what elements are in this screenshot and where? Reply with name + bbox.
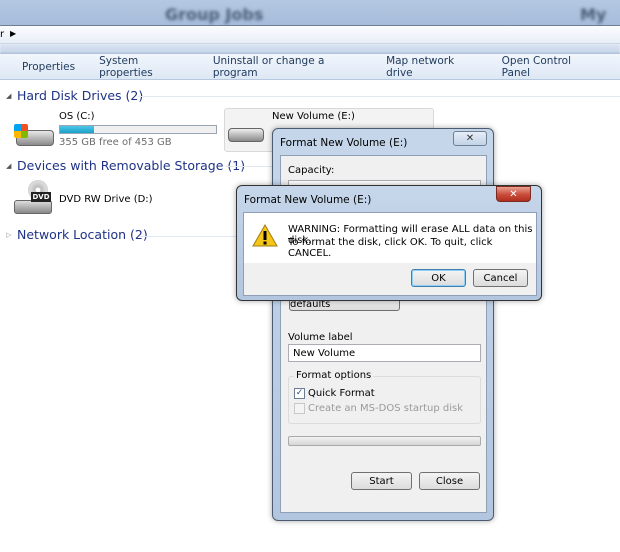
properties-button[interactable]: Properties	[22, 61, 75, 73]
divider	[225, 166, 275, 167]
dvd-badge: DVD	[31, 192, 51, 202]
window-titlebar: Group Jobs My C	[0, 0, 620, 43]
drive-c-name[interactable]: OS (C:)	[59, 111, 95, 122]
dvd-drive-icon: DVD	[14, 180, 54, 218]
hard-drive-os-icon	[14, 120, 56, 150]
warning-dialog-title: Format New Volume (E:)	[244, 194, 372, 206]
warning-icon	[252, 224, 278, 247]
cancel-button[interactable]: Cancel	[473, 269, 528, 287]
drive-c-usage-bar	[59, 125, 217, 134]
command-bar: Properties System properties Uninstall o…	[0, 54, 620, 80]
close-button[interactable]: Close	[419, 472, 480, 490]
uninstall-program-button[interactable]: Uninstall or change a program	[213, 55, 362, 79]
format-options-label: Format options	[294, 370, 374, 381]
cancel-label: Cancel	[483, 272, 518, 284]
breadcrumb-arrow-icon[interactable]: ▶	[10, 29, 16, 38]
close-icon[interactable]: ✕	[453, 131, 487, 146]
open-control-panel-button[interactable]: Open Control Panel	[502, 55, 596, 79]
start-button[interactable]: Start	[351, 472, 412, 490]
format-progress-bar	[288, 436, 481, 446]
group-network-location[interactable]: Network Location (2)	[17, 227, 148, 242]
address-bar[interactable]: r ▶	[0, 26, 620, 44]
drive-e-name[interactable]: New Volume (E:)	[272, 111, 355, 122]
drive-d-name[interactable]: DVD RW Drive (D:)	[59, 194, 153, 205]
warning-dialog-body: WARNING: Formatting will erase ALL data …	[243, 212, 537, 296]
menu-bar	[0, 44, 620, 54]
map-network-drive-button[interactable]: Map network drive	[386, 55, 478, 79]
drive-c-free-space: 355 GB free of 453 GB	[59, 137, 172, 148]
quick-format-label[interactable]: Quick Format	[308, 388, 375, 399]
group-hard-disk-drives[interactable]: Hard Disk Drives (2)	[17, 88, 143, 103]
window-title: Group Jobs	[165, 5, 264, 24]
collapse-icon[interactable]: ◢	[6, 92, 11, 100]
msdos-checkbox[interactable]	[294, 403, 305, 414]
format-options-group	[288, 376, 481, 424]
divider	[140, 236, 240, 237]
close-label: Close	[435, 475, 464, 487]
divider	[138, 96, 620, 97]
close-icon[interactable]: ✕	[496, 186, 531, 202]
ok-label: OK	[431, 272, 446, 284]
group-removable-storage[interactable]: Devices with Removable Storage (1)	[17, 158, 245, 173]
volume-label-value: New Volume	[293, 348, 356, 359]
start-label: Start	[369, 475, 394, 487]
expand-icon[interactable]: ▷	[6, 231, 11, 239]
capacity-label: Capacity:	[288, 165, 335, 176]
system-properties-button[interactable]: System properties	[99, 55, 189, 79]
quick-format-checkbox[interactable]: ✓	[294, 388, 305, 399]
warning-message-line2: To format the disk, click OK. To quit, c…	[288, 237, 493, 259]
warning-dialog: Format New Volume (E:) ✕ WARNING: Format…	[236, 185, 542, 301]
collapse-icon[interactable]: ◢	[6, 162, 11, 170]
ok-button[interactable]: OK	[411, 269, 466, 287]
volume-label-input[interactable]: New Volume	[288, 344, 481, 362]
msdos-label: Create an MS-DOS startup disk	[308, 403, 464, 414]
address-text: r	[0, 29, 5, 40]
volume-label-label: Volume label	[288, 332, 353, 343]
hard-drive-e-icon	[228, 128, 264, 142]
format-dialog-title: Format New Volume (E:)	[280, 137, 408, 149]
